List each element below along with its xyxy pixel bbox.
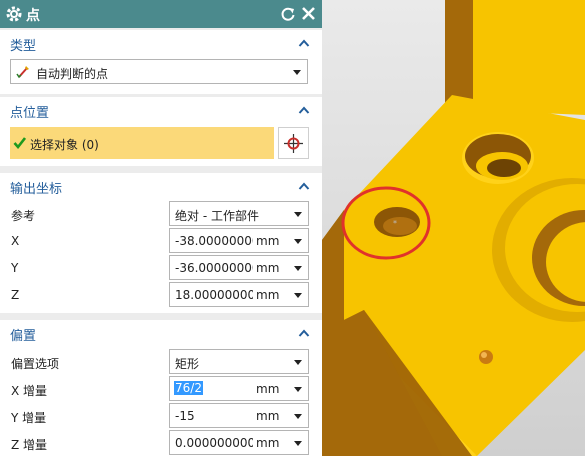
collapse-chevron-icon[interactable] [298, 38, 310, 48]
offset-option-dropdown[interactable]: 矩形 [169, 349, 309, 374]
collapse-chevron-icon[interactable] [298, 105, 310, 115]
reference-label: 参考 [11, 209, 36, 223]
dropdown-arrow-icon [294, 387, 302, 392]
x-label: X [11, 234, 20, 248]
point-type-value: 自动判断的点 [36, 67, 109, 81]
x-increment-unit: mm [256, 382, 280, 396]
z-increment-label: Z 增量 [11, 438, 48, 452]
x-unit: mm [256, 234, 280, 248]
dropdown-arrow-icon [294, 212, 302, 217]
y-increment-label: Y 增量 [11, 411, 47, 425]
part-model[interactable]: * [322, 0, 585, 456]
x-increment-field[interactable]: 76/2 mm [169, 376, 309, 401]
select-object-label: 选择对象 (0) [30, 138, 99, 152]
output-coordinates-title: 输出坐标 [10, 182, 63, 197]
y-coordinate-field[interactable]: -36.0000000000 mm [169, 255, 309, 280]
point-location-section: 点位置 选择对象 (0) [0, 97, 322, 166]
offset-option-value: 矩形 [175, 357, 200, 371]
reference-dropdown[interactable]: 绝对 - 工作部件 [169, 201, 309, 226]
reset-icon[interactable] [280, 6, 296, 22]
x-increment-label: X 增量 [11, 384, 48, 398]
dropdown-arrow-icon [293, 70, 301, 75]
reference-value: 绝对 - 工作部件 [175, 209, 259, 223]
z-increment-unit: mm [256, 436, 280, 450]
type-section: 类型 自动判断的点 [0, 30, 322, 94]
type-section-title: 类型 [10, 39, 37, 54]
z-unit: mm [256, 288, 280, 302]
point-location-title: 点位置 [10, 106, 50, 121]
y-coordinate-value: -36.0000000000 [175, 261, 253, 275]
dropdown-arrow-icon [294, 293, 302, 298]
svg-text:*: * [393, 219, 397, 228]
z-label: Z [11, 288, 20, 302]
check-icon [13, 137, 26, 149]
z-coordinate-field[interactable]: 18.0000000000 mm [169, 282, 309, 307]
gear-icon[interactable] [5, 5, 23, 23]
x-coordinate-field[interactable]: -38.0000000000 mm [169, 228, 309, 253]
dropdown-arrow-icon [294, 266, 302, 271]
dialog-title: 点 [26, 8, 40, 24]
point-type-dropdown[interactable]: 自动判断的点 [10, 59, 308, 84]
z-increment-field[interactable]: 0.0000000000 mm [169, 430, 309, 455]
x-increment-value: 76/2 [174, 381, 203, 395]
y-label: Y [11, 261, 19, 275]
x-coordinate-value: -38.0000000000 [175, 234, 253, 248]
y-unit: mm [256, 261, 280, 275]
z-increment-value: 0.0000000000 [175, 436, 253, 450]
y-increment-value: -15 [175, 409, 195, 423]
output-coordinates-header[interactable]: 输出坐标 [0, 173, 322, 200]
inferred-point-icon [16, 66, 29, 79]
z-coordinate-value: 18.0000000000 [175, 288, 253, 302]
dialog-title-bar: 点 [0, 0, 322, 28]
y-increment-unit: mm [256, 409, 280, 423]
dropdown-arrow-icon [294, 414, 302, 419]
collapse-chevron-icon[interactable] [298, 181, 310, 191]
offset-title: 偏置 [10, 329, 37, 344]
dropdown-arrow-icon [294, 441, 302, 446]
close-icon[interactable] [300, 5, 317, 22]
output-coordinates-section: 输出坐标 参考 绝对 - 工作部件 X -38.0000000000 mm Y … [0, 173, 322, 313]
point-location-header[interactable]: 点位置 [0, 97, 322, 124]
select-object-row[interactable]: 选择对象 (0) [10, 127, 274, 159]
dropdown-arrow-icon [294, 360, 302, 365]
offset-section: 偏置 偏置选项 矩形 X 增量 76/2 mm Y 增量 -15 mm Z 增量… [0, 320, 322, 456]
dropdown-arrow-icon [294, 239, 302, 244]
point-dialog: 点 类型 自动判断的点 点位置 选择对象 (0) 输出坐标 参考 绝对 - 工作… [0, 0, 322, 456]
type-section-header[interactable]: 类型 [0, 30, 322, 57]
point-crosshair-icon [284, 134, 303, 153]
point-dialog-button[interactable] [278, 127, 309, 159]
y-increment-field[interactable]: -15 mm [169, 403, 309, 428]
graphics-viewport[interactable]: * [322, 0, 585, 456]
collapse-chevron-icon[interactable] [298, 328, 310, 338]
offset-option-label: 偏置选项 [11, 357, 60, 371]
offset-header[interactable]: 偏置 [0, 320, 322, 347]
